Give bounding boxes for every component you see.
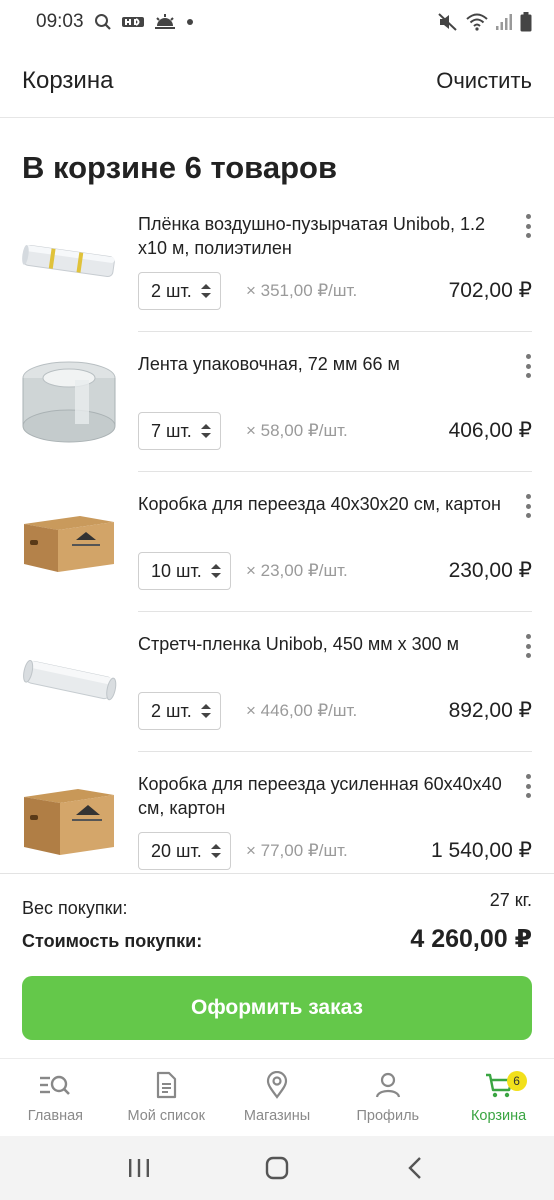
item-name[interactable]: Коробка для переезда 40х30х20 см, картон (138, 492, 506, 516)
summary-divider (0, 873, 554, 874)
quantity-selector[interactable]: 2 шт. (138, 272, 221, 310)
weight-label: Вес покупки: (22, 898, 128, 918)
quantity-value: 2 шт. (151, 280, 192, 301)
more-options-icon[interactable] (522, 214, 534, 238)
reinforced-box-image[interactable] (20, 772, 118, 870)
up-down-arrows-icon (200, 701, 212, 721)
nav-item-home[interactable]: Главная (0, 1059, 111, 1136)
nav-item-cart[interactable]: 6 Корзина (443, 1059, 554, 1136)
hd-icon (121, 15, 144, 29)
search-icon (94, 13, 112, 31)
quantity-value: 2 шт. (151, 700, 192, 721)
item-total: 230,00 ₽ (448, 559, 532, 582)
nav-label: Профиль (356, 1108, 420, 1124)
cardboard-box-image[interactable] (20, 492, 118, 590)
quantity-selector[interactable]: 7 шт. (138, 412, 221, 450)
quantity-selector[interactable]: 20 шт. (138, 832, 231, 870)
battery-icon (520, 12, 532, 32)
cost-value: 4 260,00 ₽ (410, 925, 532, 953)
item-name[interactable]: Коробка для переезда усиленная 60х40х40 … (138, 772, 506, 820)
list-icon (152, 1071, 180, 1104)
recent-apps-icon[interactable] (119, 1148, 159, 1188)
app-header: Корзина Очистить (0, 44, 554, 118)
nav-item-my-list[interactable]: Мой список (111, 1059, 222, 1136)
system-nav-bar (0, 1136, 554, 1200)
unit-price: × 23,00 ₽/шт. (246, 561, 348, 580)
up-down-arrows-icon (210, 561, 222, 581)
quantity-value: 20 шт. (151, 840, 202, 861)
item-total: 892,00 ₽ (448, 699, 532, 722)
item-total: 702,00 ₽ (448, 279, 532, 302)
cart-badge: 6 (506, 1071, 527, 1091)
more-options-icon[interactable] (522, 354, 534, 378)
unit-price: × 351,00 ₽/шт. (246, 281, 358, 300)
item-name[interactable]: Стретч-пленка Unibob, 450 мм х 300 м (138, 632, 506, 656)
item-name[interactable]: Плёнка воздушно-пузырчатая Unibob, 1.2 х… (138, 212, 506, 260)
home-icon[interactable] (257, 1148, 297, 1188)
status-time: 09:03 (36, 11, 84, 32)
nav-item-stores[interactable]: Магазины (222, 1059, 333, 1136)
cart-item: Лента упаковочная, 72 мм 66 м 7 шт. × 58… (0, 332, 554, 472)
stretch-film-image[interactable] (20, 632, 118, 730)
page-title: Корзина (22, 66, 114, 94)
mute-icon (438, 13, 458, 31)
nav-label: Главная (27, 1108, 83, 1124)
quantity-selector[interactable]: 2 шт. (138, 692, 221, 730)
clear-cart-button[interactable]: Очистить (436, 68, 532, 94)
unit-price: × 58,00 ₽/шт. (246, 421, 348, 440)
weight-value: 27 кг. (489, 890, 532, 910)
checkout-button[interactable]: Оформить заказ (22, 976, 532, 1040)
up-down-arrows-icon (200, 421, 212, 441)
home-search-icon (38, 1071, 72, 1104)
wifi-icon (466, 13, 488, 31)
up-down-arrows-icon (210, 841, 222, 861)
more-options-icon[interactable] (522, 774, 534, 798)
cart-item: Коробка для переезда 40х30х20 см, картон… (0, 472, 554, 612)
quantity-value: 10 шт. (151, 560, 202, 581)
bubble-wrap-roll-image[interactable] (20, 212, 118, 310)
cart-item: Коробка для переезда усиленная 60х40х40 … (0, 752, 554, 892)
dot-icon (186, 18, 194, 26)
nav-label: Мой список (127, 1108, 205, 1124)
quantity-value: 7 шт. (151, 420, 192, 441)
cart-item: Плёнка воздушно-пузырчатая Unibob, 1.2 х… (0, 192, 554, 332)
item-name[interactable]: Лента упаковочная, 72 мм 66 м (138, 352, 506, 376)
more-options-icon[interactable] (522, 634, 534, 658)
cart-items-list: Плёнка воздушно-пузырчатая Unibob, 1.2 х… (0, 192, 554, 892)
signal-icon (496, 13, 512, 31)
packing-tape-image[interactable] (20, 352, 118, 450)
nav-item-profile[interactable]: Профиль (332, 1059, 443, 1136)
profile-icon (374, 1071, 402, 1104)
item-total: 406,00 ₽ (448, 419, 532, 442)
weather-icon (154, 14, 176, 30)
unit-price: × 446,00 ₽/шт. (246, 701, 358, 720)
cart-count-heading: В корзине 6 товаров (22, 150, 337, 185)
nav-label: Магазины (243, 1108, 311, 1124)
more-options-icon[interactable] (522, 494, 534, 518)
quantity-selector[interactable]: 10 шт. (138, 552, 231, 590)
location-pin-icon (263, 1070, 291, 1104)
nav-label: Корзина (470, 1108, 527, 1124)
status-bar: 09:03 (0, 0, 554, 44)
cart-item: Стретч-пленка Unibob, 450 мм х 300 м 2 ш… (0, 612, 554, 752)
up-down-arrows-icon (200, 281, 212, 301)
bottom-nav: Главная Мой список Магазины Профиль 6 Ко… (0, 1058, 554, 1136)
unit-price: × 77,00 ₽/шт. (246, 841, 348, 860)
cost-label: Стоимость покупки: (22, 931, 203, 951)
item-total: 1 540,00 ₽ (431, 839, 532, 862)
back-icon[interactable] (395, 1148, 435, 1188)
